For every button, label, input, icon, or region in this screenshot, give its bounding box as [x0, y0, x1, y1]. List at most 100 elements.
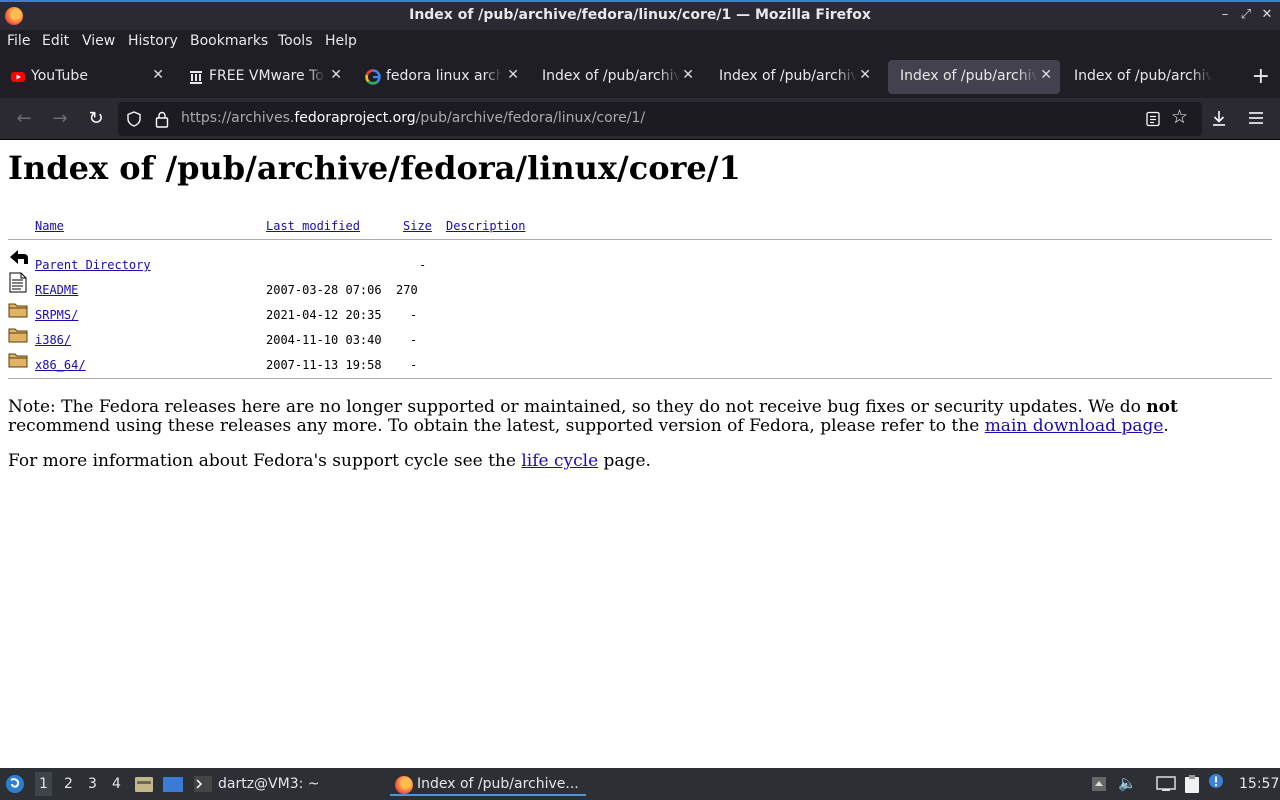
tab-index-1[interactable]: Index of /pub/archive ✕	[530, 60, 702, 94]
row-modified: 2004-11-10 03:40	[266, 333, 382, 347]
firefox-task[interactable]: Index of /pub/archive...	[390, 774, 586, 796]
folder-icon	[8, 328, 28, 343]
archive-icon	[190, 71, 202, 84]
support-note: Note: The Fedora releases here are no lo…	[8, 398, 1272, 436]
clock: 15:57	[1239, 776, 1280, 792]
downloads-icon[interactable]	[1210, 109, 1228, 127]
menu-bookmarks[interactable]: Bookmarks	[190, 33, 268, 49]
row-size: -	[410, 308, 418, 322]
close-tab-icon[interactable]: ✕	[859, 67, 871, 83]
i386-link[interactable]: i386/	[35, 333, 71, 347]
reader-view-icon[interactable]	[1145, 111, 1161, 127]
srpms-link[interactable]: SRPMS/	[35, 308, 78, 322]
google-icon	[365, 69, 381, 85]
folder-icon	[8, 353, 28, 368]
tab-youtube[interactable]: YouTube ✕	[0, 60, 172, 94]
terminal-icon	[194, 776, 212, 792]
url-bar[interactable]: https://archives.fedoraproject.org/pub/a…	[118, 102, 1202, 136]
close-tab-icon[interactable]: ✕	[1040, 67, 1052, 83]
url-path: /pub/archive/fedora/linux/core/1/	[415, 110, 646, 126]
url-text[interactable]: https://archives.fedoraproject.org/pub/a…	[181, 110, 645, 126]
note-text: Note: The Fedora releases here are no lo…	[8, 397, 1147, 417]
column-description-link[interactable]: Description	[446, 219, 525, 233]
maximize-icon[interactable]: ⤢	[1238, 7, 1254, 25]
menu-help[interactable]: Help	[325, 33, 357, 49]
close-tab-icon[interactable]: ✕	[507, 67, 519, 83]
menu-file[interactable]: File	[7, 33, 30, 49]
taskbar: 1 2 3 4 dartz@VM3: ~ Index of /pub/archi…	[0, 768, 1280, 800]
readme-link[interactable]: README	[35, 283, 78, 297]
main-download-page-link[interactable]: main download page	[985, 416, 1164, 436]
row-size: -	[410, 333, 418, 347]
page-content: Index of /pub/archive/fedora/linux/core/…	[0, 141, 1280, 768]
firefox-icon	[395, 776, 413, 794]
terminal-task-label: dartz@VM3: ~	[218, 776, 320, 792]
navigation-toolbar: ← → ↻ https://archives.fedoraproject.org…	[0, 98, 1280, 140]
row-size: -	[410, 358, 418, 372]
divider	[8, 239, 1272, 240]
menu-tools[interactable]: Tools	[278, 33, 313, 49]
back-icon	[10, 250, 28, 264]
notification-icon[interactable]	[1208, 773, 1224, 789]
row-modified: 2007-03-28 07:06	[266, 283, 382, 297]
x86-64-link[interactable]: x86_64/	[35, 358, 86, 372]
menu-edit[interactable]: Edit	[42, 33, 69, 49]
workspace-4[interactable]: 4	[112, 776, 121, 792]
bookmark-star-icon[interactable]: ☆	[1171, 106, 1188, 128]
column-size-link[interactable]: Size	[403, 219, 432, 233]
tab-index-3[interactable]: Index of /pub/archive	[1062, 60, 1234, 94]
row-modified: 2007-11-13 19:58	[266, 358, 382, 372]
tab-vmware-tools[interactable]: FREE VMware Tools ✕	[178, 60, 350, 94]
row-size: 270	[396, 283, 418, 297]
close-tab-icon[interactable]: ✕	[330, 67, 342, 83]
tab-strip: YouTube ✕ FREE VMware Tools ✕ fedora lin…	[0, 56, 1280, 98]
reload-button[interactable]: ↻	[85, 108, 107, 130]
tab-label: Index of /pub/archive	[1074, 68, 1212, 84]
forward-button[interactable]: →	[49, 108, 71, 130]
menu-history[interactable]: History	[128, 33, 178, 49]
clipboard-icon[interactable]	[1183, 774, 1201, 794]
url-host: fedoraproject.org	[294, 110, 416, 126]
note-emphasis: not	[1146, 397, 1178, 417]
start-menu-icon[interactable]	[5, 774, 25, 794]
parent-directory-link[interactable]: Parent Directory	[35, 258, 151, 272]
tab-label: fedora linux archive	[386, 68, 502, 84]
folder-icon	[8, 303, 28, 318]
lifecycle-text: page.	[598, 451, 651, 471]
workspace-3[interactable]: 3	[88, 776, 97, 792]
tab-index-active[interactable]: Index of /pub/archive ✕	[888, 60, 1060, 94]
note-text: recommend using these releases any more.…	[8, 416, 985, 436]
tab-label: FREE VMware Tools	[209, 68, 325, 84]
lifecycle-note: For more information about Fedora's supp…	[8, 452, 1272, 471]
window-title: Index of /pub/archive/fedora/linux/core/…	[409, 7, 871, 23]
tab-google-search[interactable]: fedora linux archive ✕	[355, 60, 527, 94]
shield-icon[interactable]	[126, 111, 142, 127]
workspace-1[interactable]: 1	[35, 772, 52, 796]
divider	[8, 378, 1272, 379]
lock-icon[interactable]	[154, 110, 170, 128]
tab-index-2[interactable]: Index of /pub/archive ✕	[707, 60, 879, 94]
file-manager-icon[interactable]	[134, 775, 154, 793]
network-icon[interactable]	[1156, 776, 1176, 792]
row-modified: 2021-04-12 20:35	[266, 308, 382, 322]
menu-view[interactable]: View	[82, 33, 115, 49]
row-size: -	[419, 258, 427, 272]
back-button[interactable]: ←	[13, 108, 35, 130]
volume-icon[interactable]: 🔈	[1118, 774, 1137, 792]
page-heading: Index of /pub/archive/fedora/linux/core/…	[8, 149, 741, 187]
life-cycle-link[interactable]: life cycle	[521, 451, 598, 471]
hamburger-menu-icon[interactable]	[1247, 110, 1265, 126]
workspace-2[interactable]: 2	[64, 776, 73, 792]
close-window-icon[interactable]: ✕	[1259, 7, 1275, 25]
column-name-link[interactable]: Name	[35, 219, 64, 233]
firefox-task-label: Index of /pub/archive...	[417, 776, 579, 792]
window-titlebar: Index of /pub/archive/fedora/linux/core/…	[0, 0, 1280, 30]
close-tab-icon[interactable]: ✕	[152, 67, 164, 83]
new-tab-button[interactable]: +	[1252, 64, 1270, 89]
close-tab-icon[interactable]: ✕	[682, 67, 694, 83]
tab-label: Index of /pub/archive	[900, 68, 1038, 84]
minimize-icon[interactable]: –	[1217, 7, 1233, 25]
show-desktop-icon[interactable]	[162, 775, 184, 793]
column-modified-link[interactable]: Last modified	[266, 219, 360, 233]
tray-expand-icon[interactable]	[1091, 776, 1107, 792]
